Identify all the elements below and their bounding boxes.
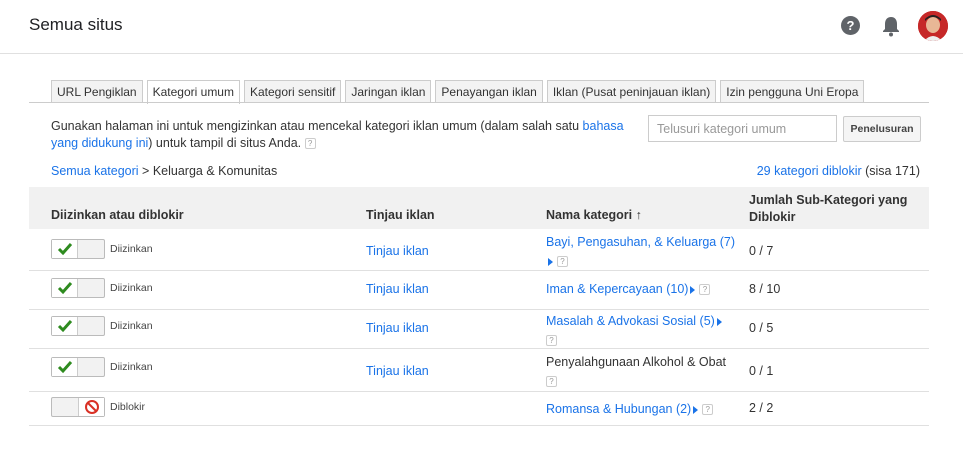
subcategory-count: 2 / 2 [749,401,774,415]
table-row: Diizinkan Tinjau iklan Bayi, Pengasuhan,… [29,229,929,271]
description-text-1: Gunakan halaman ini untuk mengizinkan at… [51,119,583,133]
subcategory-count: 0 / 1 [749,364,774,378]
tab-iklan-pusat-peninjauan[interactable]: Iklan (Pusat peninjauan iklan) [546,80,717,103]
subcategory-count: 8 / 10 [749,282,781,296]
tab-url-pengiklan[interactable]: URL Pengiklan [51,80,143,103]
tab-izin-pengguna-uni-eropa[interactable]: Izin pengguna Uni Eropa [720,80,865,103]
blocked-categories-link[interactable]: 29 kategori diblokir [757,164,862,178]
help-icon[interactable]: ? [557,256,568,268]
checkmark-icon [57,320,73,333]
category-cell: Iman & Kepercayaan (10)? [546,280,756,299]
breadcrumb-root-link[interactable]: Semua kategori [51,164,139,178]
search-input[interactable] [648,115,837,142]
category-link[interactable]: Masalah & Advokasi Sosial (5) [546,314,715,328]
table-row: Diblokir Romansa & Hubungan (2)? 2 / 2 [29,392,929,426]
allow-block-toggle[interactable] [51,397,105,417]
remaining-count: (sisa 171) [861,164,920,178]
table-row: Diizinkan Tinjau iklan Masalah & Advokas… [29,310,929,349]
review-ads-link[interactable]: Tinjau iklan [366,282,429,296]
help-icon[interactable]: ? [841,16,860,35]
category-link[interactable]: Romansa & Hubungan (2) [546,402,691,416]
toggle-knob [52,317,78,335]
allow-block-toggle[interactable] [51,239,105,259]
category-link[interactable]: Iman & Kepercayaan (10) [546,282,688,296]
allow-block-toggle[interactable] [51,278,105,298]
table-row: Diizinkan Tinjau iklan Penyalahgunaan Al… [29,349,929,392]
toggle-knob [52,279,78,297]
triangle-right-icon[interactable] [716,317,722,326]
status-label: Diizinkan [110,243,153,255]
breadcrumb: Semua kategori > Keluarga & Komunitas [51,164,277,178]
tab-bar: URL Pengiklan Kategori umum Kategori sen… [51,80,868,104]
subcategory-count: 0 / 7 [749,244,774,258]
breadcrumb-separator: > [138,164,153,178]
help-icon[interactable]: ? [699,284,711,296]
category-cell: Bayi, Pengasuhan, & Keluarga (7) ? [546,233,736,271]
help-icon[interactable]: ? [546,335,557,347]
tab-penayangan-iklan[interactable]: Penayangan iklan [435,80,543,103]
review-ads-link[interactable]: Tinjau iklan [366,321,429,335]
status-label: Diizinkan [110,282,153,294]
tab-kategori-sensitif[interactable]: Kategori sensitif [243,80,342,103]
toggle-knob [52,240,78,258]
category-cell: Penyalahgunaan Alkohol & Obat ? [546,353,736,391]
triangle-right-icon[interactable] [690,285,696,294]
allow-block-toggle[interactable] [51,357,105,377]
help-icon[interactable]: ? [702,404,714,416]
column-header-status: Diizinkan atau diblokir [51,208,184,222]
help-icon[interactable]: ? [304,138,316,150]
category-cell: Romansa & Hubungan (2)? [546,400,756,419]
status-label: Diizinkan [110,320,153,332]
table-row: Diizinkan Tinjau iklan Iman & Kepercayaa… [29,271,929,310]
search-button[interactable]: Penelusuran [843,116,921,142]
checkmark-icon [57,361,73,374]
toggle-knob [52,358,78,376]
allow-block-toggle[interactable] [51,316,105,336]
status-label: Diizinkan [110,361,153,373]
status-label: Diblokir [110,401,146,413]
review-ads-link[interactable]: Tinjau iklan [366,364,429,378]
tab-divider [29,102,929,103]
page-title: Semua situs [29,15,123,34]
tab-jaringan-iklan[interactable]: Jaringan iklan [345,80,432,103]
category-link[interactable]: Bayi, Pengasuhan, & Keluarga (7) [546,235,735,249]
description: Gunakan halaman ini untuk mengizinkan at… [51,118,641,152]
bell-icon[interactable] [881,15,901,37]
avatar[interactable] [918,11,948,41]
category-cell: Masalah & Advokasi Sosial (5) ? [546,312,736,350]
blocked-summary: 29 kategori diblokir (sisa 171) [757,164,920,178]
column-header-name[interactable]: Nama kategori ↑ [546,208,642,222]
top-bar: Semua situs ? [0,0,963,54]
subcategory-count: 0 / 5 [749,321,774,335]
triangle-right-icon[interactable] [548,257,553,266]
description-text-2: ) untuk tampil di situs Anda. [148,136,305,150]
column-header-subcount: Jumlah Sub-Kategori yang Diblokir [749,193,908,224]
toggle-knob [78,398,104,416]
table-header: Diizinkan atau diblokir Tinjau iklan Nam… [29,187,929,229]
triangle-right-icon[interactable] [693,405,699,414]
checkmark-icon [57,243,73,256]
category-name: Penyalahgunaan Alkohol & Obat [546,355,726,369]
help-icon[interactable]: ? [546,376,557,388]
breadcrumb-current: Keluarga & Komunitas [152,164,278,178]
tab-kategori-umum[interactable]: Kategori umum [146,80,240,104]
block-icon [85,400,99,414]
checkmark-icon [57,282,73,295]
column-header-review: Tinjau iklan [366,208,435,222]
review-ads-link[interactable]: Tinjau iklan [366,244,429,258]
